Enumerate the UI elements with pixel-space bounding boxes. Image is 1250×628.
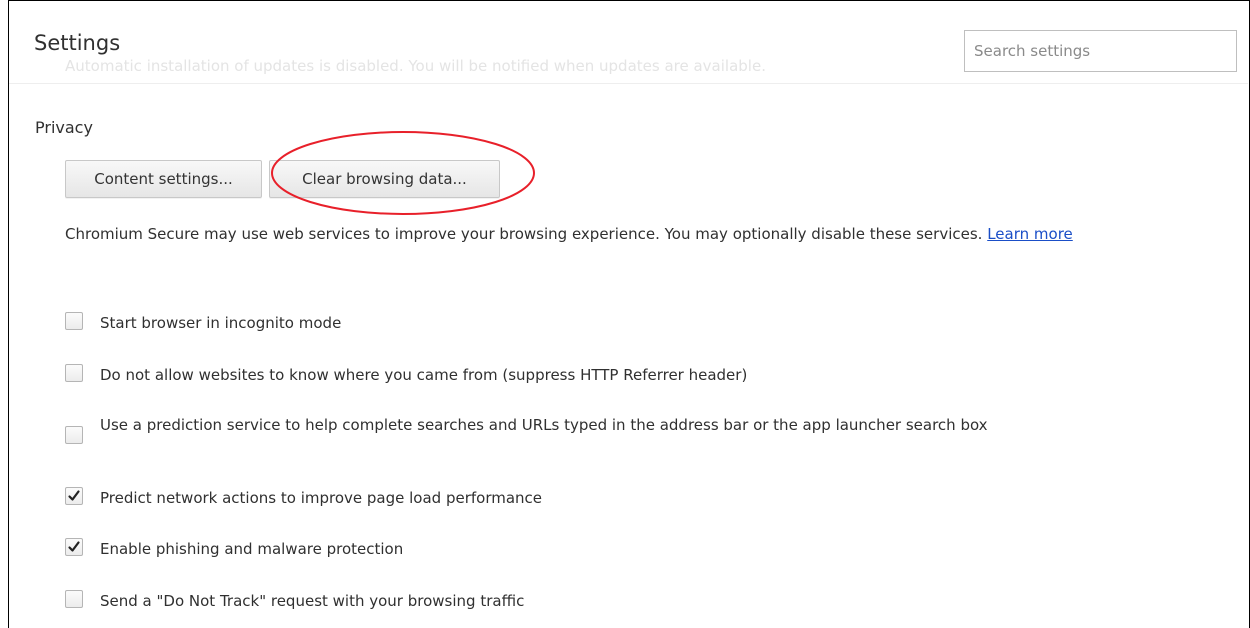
- option-label: Send a "Do Not Track" request with your …: [100, 592, 525, 610]
- checkbox[interactable]: [65, 590, 83, 608]
- learn-more-link[interactable]: Learn more: [987, 225, 1073, 243]
- page-title: Settings: [34, 31, 121, 55]
- checkbox[interactable]: [65, 538, 83, 556]
- option-predict-network[interactable]: Predict network actions to improve page …: [65, 487, 1060, 509]
- option-label: Enable phishing and malware protection: [100, 540, 404, 558]
- clear-browsing-data-button[interactable]: Clear browsing data...: [269, 160, 500, 198]
- checkbox[interactable]: [65, 426, 83, 444]
- checkbox[interactable]: [65, 487, 83, 505]
- option-incognito[interactable]: Start browser in incognito mode: [65, 312, 1060, 334]
- update-notice-banner: Automatic installation of updates is dis…: [65, 57, 766, 75]
- checkbox[interactable]: [65, 364, 83, 382]
- settings-header: Settings Automatic installation of updat…: [9, 1, 1248, 84]
- privacy-description-text: Chromium Secure may use web services to …: [65, 225, 983, 243]
- option-suppress-referrer[interactable]: Do not allow websites to know where you …: [65, 364, 1060, 386]
- option-label: Start browser in incognito mode: [100, 314, 342, 332]
- option-label: Use a prediction service to help complet…: [100, 416, 988, 434]
- option-do-not-track[interactable]: Send a "Do Not Track" request with your …: [65, 590, 1060, 612]
- checkmark-icon: [68, 541, 80, 552]
- search-settings-input[interactable]: [964, 30, 1237, 72]
- checkmark-icon: [68, 490, 80, 501]
- checkbox[interactable]: [65, 312, 83, 330]
- privacy-description: Chromium Secure may use web services to …: [65, 218, 1105, 250]
- privacy-section-title: Privacy: [35, 118, 93, 137]
- option-phishing-protection[interactable]: Enable phishing and malware protection: [65, 538, 1060, 560]
- option-prediction-service[interactable]: Use a prediction service to help complet…: [65, 414, 1060, 444]
- content-settings-button[interactable]: Content settings...: [65, 160, 262, 198]
- option-label: Predict network actions to improve page …: [100, 489, 543, 507]
- option-label: Do not allow websites to know where you …: [100, 366, 748, 384]
